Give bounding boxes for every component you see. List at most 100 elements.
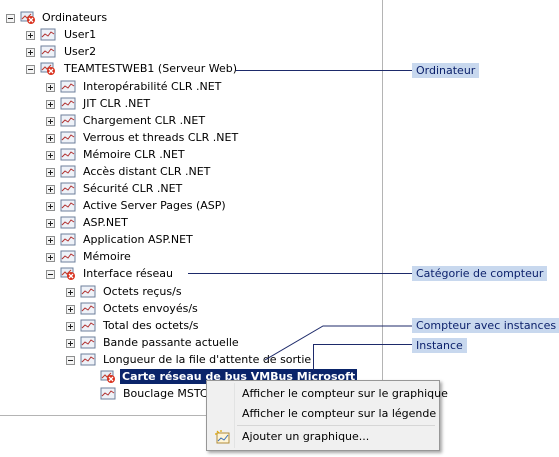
expand-icon[interactable] [46,100,55,109]
network-category-label: Interface réseau [83,267,174,280]
expand-icon[interactable] [66,288,75,297]
counter-graph-icon [40,45,56,58]
callout-instance: Instance [412,338,467,353]
counter-graph-icon [60,114,76,127]
callout-computer: Ordinateur [412,63,480,78]
category-label: Chargement CLR .NET [83,114,206,127]
tree-node-category[interactable]: Mémoire CLR .NET [46,147,246,164]
counter-label: Octets reçus/s [103,285,182,298]
callout-line-counter [265,325,412,361]
counter-label: Octets envoyés/s [103,302,198,315]
expand-icon[interactable] [26,31,35,40]
collapse-icon[interactable] [26,65,35,74]
tree-node-user1[interactable]: User1 [26,27,126,44]
category-label: Accès distant CLR .NET [83,165,211,178]
tree-node-computer[interactable]: TEAMTESTWEB1 (Serveur Web) [26,61,238,78]
counter-graph-icon [80,319,96,332]
menu-item-add-graph[interactable]: Ajouter un graphique... [242,430,369,444]
tree-node-category[interactable]: Chargement CLR .NET [46,113,246,130]
counter-graph-icon [60,250,76,263]
counter-graph-icon [60,199,76,212]
expand-icon[interactable] [46,134,55,143]
add-graph-icon [215,430,230,444]
counter-graph-icon [60,182,76,195]
counter-graph-icon [60,97,76,110]
expand-icon[interactable] [46,83,55,92]
tree-node-counter[interactable]: Octets envoyés/s [66,301,266,318]
collapse-icon[interactable] [46,270,55,279]
tree-node-user2[interactable]: User2 [26,44,126,61]
menu-item-show-on-legend[interactable]: Afficher le compteur sur la légende [242,407,436,421]
counter-graph-icon [60,131,76,144]
tree-node-label: User1 [64,28,97,41]
menu-item-show-on-graph[interactable]: Afficher le compteur sur le graphique [242,387,448,401]
category-label: Verrous et threads CLR .NET [83,131,239,144]
expand-icon[interactable] [66,305,75,314]
counter-graph-icon [80,353,96,366]
category-label: JIT CLR .NET [83,97,151,110]
expand-icon[interactable] [46,168,55,177]
collapse-icon[interactable] [66,356,75,365]
counter-label: Bande passante actuelle [103,336,239,349]
expand-icon[interactable] [46,202,55,211]
counter-graph-icon [80,285,96,298]
callout-category: Catégorie de compteur [412,266,548,281]
category-error-icon [60,267,75,280]
counter-graph-icon [80,302,96,315]
tree-node-category[interactable]: Interopérabilité CLR .NET [46,79,246,96]
computers-error-icon [20,11,35,24]
counter-graph-icon [60,148,76,161]
callout-line-computer [236,70,412,71]
tree-root[interactable]: Ordinateurs [6,10,206,27]
tree-node-category[interactable]: Active Server Pages (ASP) [46,198,246,215]
counter-graph-icon [60,165,76,178]
counter-graph-icon [40,28,56,41]
category-label: Application ASP.NET [83,233,193,246]
tree-node-counter[interactable]: Octets reçus/s [66,284,266,301]
counter-graph-icon [60,216,76,229]
tree-node-counter[interactable]: Total des octets/s [66,318,266,335]
counter-graph-icon [100,387,116,400]
menu-separator [237,425,435,426]
expand-icon[interactable] [46,151,55,160]
category-label: Interopérabilité CLR .NET [83,80,222,93]
context-menu: Afficher le compteur sur le graphique Af… [206,380,448,451]
tree-node-network-category[interactable]: Interface réseau [46,266,246,283]
category-label: Active Server Pages (ASP) [83,199,226,212]
category-label: ASP.NET [83,216,128,229]
expand-icon[interactable] [66,339,75,348]
category-label: Mémoire CLR .NET [83,148,185,161]
counter-graph-icon [60,233,76,246]
counter-label: Total des octets/s [103,319,199,332]
counter-graph-icon [60,80,76,93]
expand-icon[interactable] [26,48,35,57]
tree-node-category[interactable]: Application ASP.NET [46,232,246,249]
instance-error-icon [100,370,115,383]
tree-node-label: User2 [64,45,97,58]
tree-node-category[interactable]: Accès distant CLR .NET [46,164,246,181]
instance-label: Bouclage MSTCP [123,387,215,400]
computer-error-icon [40,62,55,75]
tree-node-category[interactable]: Sécurité CLR .NET [46,181,246,198]
tree-node-counter[interactable]: Bande passante actuelle [66,335,266,352]
callout-vline-instance [313,344,314,371]
counter-graph-icon [80,336,96,349]
expand-icon[interactable] [66,322,75,331]
computer-label: TEAMTESTWEB1 (Serveur Web) [64,62,238,75]
category-label: Mémoire [83,250,131,263]
tree-root-label: Ordinateurs [42,11,108,24]
tree-node-category[interactable]: Mémoire [46,249,246,266]
expand-icon[interactable] [46,117,55,126]
expand-icon[interactable] [46,219,55,228]
tree-node-category[interactable]: ASP.NET [46,215,246,232]
expand-icon[interactable] [46,236,55,245]
expand-icon[interactable] [46,185,55,194]
tree-node-category[interactable]: Verrous et threads CLR .NET [46,130,246,147]
callout-line-category [188,273,412,274]
tree-node-category[interactable]: JIT CLR .NET [46,96,246,113]
category-label: Sécurité CLR .NET [83,182,183,195]
callout-counter: Compteur avec instances [412,318,559,333]
expand-icon[interactable] [46,253,55,262]
collapse-icon[interactable] [6,14,15,23]
menu-gutter [234,383,235,448]
